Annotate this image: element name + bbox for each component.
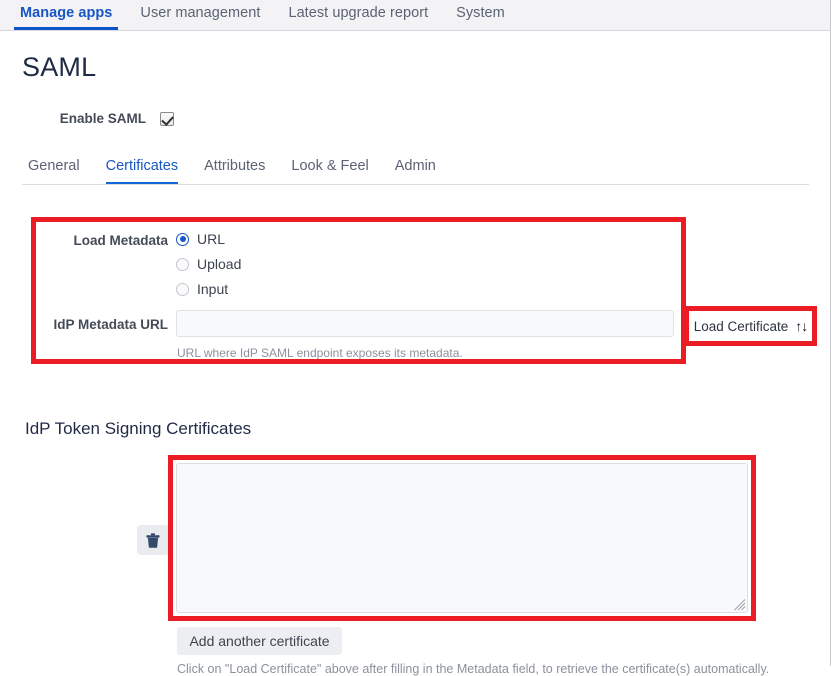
tab-attributes[interactable]: Attributes [191,156,278,184]
load-certificate-button[interactable]: Load Certificate ↑↓ [689,311,812,341]
tab-admin[interactable]: Admin [382,156,449,184]
add-another-certificate-button[interactable]: Add another certificate [177,627,342,655]
certificates-hint: Click on "Load Certificate" above after … [177,662,770,676]
tab-certificates[interactable]: Certificates [93,156,192,184]
nav-tab-label: Latest upgrade report [288,5,429,21]
enable-saml-label: Enable SAML [59,111,146,126]
page-title: SAML [22,52,97,82]
radio-label: Input [197,281,229,297]
nav-tab-label: System [456,5,505,21]
radio-mark-icon [176,257,189,271]
saml-settings-page: SAML Enable SAML General Certificates At… [0,31,831,676]
idp-metadata-url-hint: URL where IdP SAML endpoint exposes its … [177,346,463,360]
certificate-textarea[interactable] [176,463,748,613]
radio-option-upload[interactable]: Upload [176,256,241,272]
idp-metadata-url-input[interactable] [176,310,674,337]
trash-icon [146,532,160,548]
radio-label: Upload [197,256,242,272]
nav-tab-label: User management [140,5,261,21]
certificates-section-title: IdP Token Signing Certificates [25,419,252,438]
tab-label: General [28,158,80,174]
settings-tabs: General Certificates Attributes Look & F… [22,156,809,185]
tab-label: Attributes [204,158,266,174]
tab-label: Certificates [105,158,179,174]
load-certificate-label: Load Certificate [693,318,789,334]
tab-general[interactable]: General [22,156,93,184]
top-navigation-bar: Manage apps User management Latest upgra… [0,0,831,31]
radio-mark-icon [176,232,189,246]
radio-option-url[interactable]: URL [176,231,225,247]
radio-label: URL [197,231,226,247]
nav-tab-manage-apps[interactable]: Manage apps [6,0,126,30]
up-down-arrows-icon: ↑↓ [795,318,808,334]
nav-tab-latest-upgrade-report[interactable]: Latest upgrade report [274,0,442,30]
idp-metadata-url-label: IdP Metadata URL [53,317,168,332]
nav-tab-label: Manage apps [20,5,113,21]
enable-saml-row: Enable SAML [0,111,174,126]
load-metadata-label: Load Metadata [73,233,168,248]
enable-saml-checkbox[interactable] [160,111,174,126]
delete-certificate-button[interactable] [137,525,169,555]
tab-label: Look & Feel [291,158,369,174]
nav-tab-system[interactable]: System [442,0,519,30]
tab-label: Admin [394,158,436,174]
radio-mark-icon [176,282,189,296]
radio-option-input[interactable]: Input [176,281,228,297]
nav-tab-user-management[interactable]: User management [126,0,274,30]
tab-look-and-feel[interactable]: Look & Feel [278,156,381,184]
